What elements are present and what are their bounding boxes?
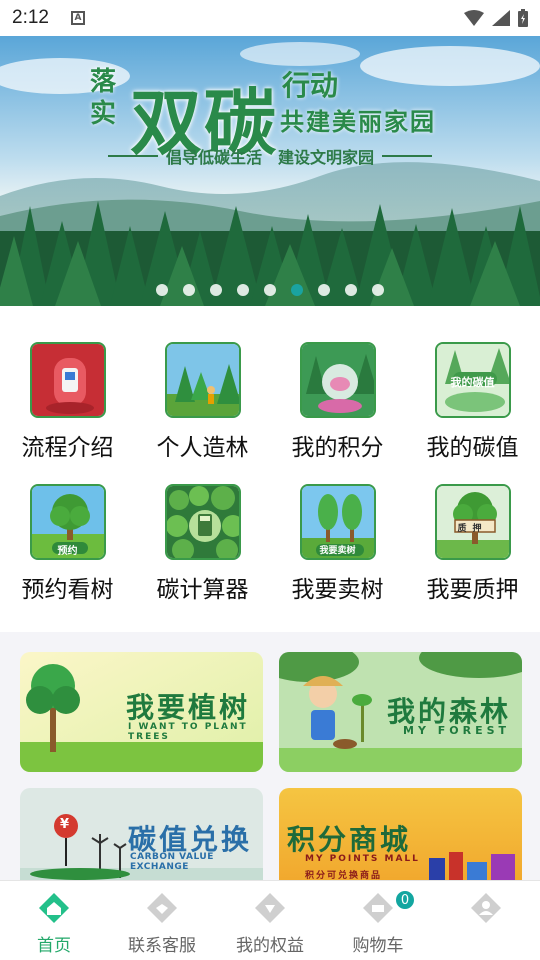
card-subtitle: MY POINTS MALL [305,854,420,864]
card-subtitle: I WANT TO PLANT TREES [128,722,248,742]
carousel-dot[interactable] [372,284,384,296]
menu-item-process[interactable]: 流程介绍 [0,342,135,462]
divider [108,155,158,157]
wifi-icon [464,10,484,26]
carousel-dots[interactable] [0,284,540,296]
menu-label: 我的碳值 [426,435,519,461]
tab-label: 购物车 [352,936,404,956]
tab-customer-service[interactable]: 联系客服 [108,881,216,960]
banner-slogan: 倡导低碳生活 建设文明家园 [108,144,433,168]
card-my-forest[interactable]: 我的森林 MY FOREST [279,652,522,772]
carbon-calculator-icon [164,484,241,560]
menu-label: 我要卖树 [291,577,384,603]
menu-label: 流程介绍 [21,435,114,461]
tab-benefits[interactable]: 我的权益 [216,881,324,960]
card-title: 积分商城 [287,823,412,856]
banner-carousel[interactable]: 落实 双碳 行动 共建美丽家园 倡导低碳生活 建设文明家园 [0,36,540,306]
tab-cart[interactable]: 0 购物车 [324,881,432,960]
menu-item-pledge[interactable]: 质押 我要质押 [405,484,540,604]
card-subtitle: MY FOREST [403,724,511,737]
menu-item-afforestation[interactable]: 个人造林 [135,342,270,462]
battery-icon [518,9,528,27]
banner-title-right-1: 行动 [282,69,339,102]
banner-slogan-text: 倡导低碳生活 建设文明家园 [166,148,375,167]
sell-tree-icon-text: 我要卖树 [319,546,356,556]
bottom-tab-bar: 首页 联系客服 我的权益 0 购物车 [0,880,540,960]
menu-item-carbon-calculator[interactable]: 碳计算器 [135,484,270,604]
carbon-value-icon-text: 我的碳值 [450,376,495,389]
tab-label: 联系客服 [128,936,196,956]
tab-label: 首页 [37,936,71,956]
menu-label: 个人造林 [156,435,249,461]
profile-icon [471,893,501,923]
status-icons [464,9,528,27]
carousel-dot[interactable] [345,284,357,296]
menu-item-carbon-value[interactable]: 我的碳值 我的碳值 [405,342,540,462]
feature-grid: 流程介绍 个人造林 我的积分 我的碳值 我的碳值 预约 预约看树 碳计算器 我要… [0,342,540,604]
tab-home[interactable]: 首页 [0,881,108,960]
menu-label: 我的积分 [291,435,384,461]
card-plant-trees[interactable]: 我要植树 I WANT TO PLANT TREES [20,652,263,772]
cart-badge: 0 [394,889,416,911]
customer-service-icon [147,893,177,923]
carousel-dot[interactable] [183,284,195,296]
signal-icon [492,10,510,26]
menu-label: 碳计算器 [156,577,249,603]
cart-icon [363,893,393,923]
banner-pre-title: 落实 [90,67,117,129]
divider [382,155,433,157]
status-bar: 2:12 A [0,0,540,36]
yen-icon: ¥ [60,817,70,832]
carousel-dot[interactable] [318,284,330,296]
menu-item-points[interactable]: 我的积分 [270,342,405,462]
afforestation-icon [164,342,241,418]
carousel-dot[interactable] [237,284,249,296]
menu-item-sell-tree[interactable]: 我要卖树 我要卖树 [270,484,405,604]
card-subtitle: CARBON VALUE EXCHANGE [130,852,214,872]
benefits-icon [255,893,285,923]
carousel-dot[interactable] [264,284,276,296]
tab-profile[interactable] [432,881,540,960]
menu-item-reserve-tree[interactable]: 预约 预约看树 [0,484,135,604]
feature-cards: 我要植树 I WANT TO PLANT TREES 我的森林 MY FORES… [20,652,522,908]
home-icon [39,893,69,923]
notification-icon: A [70,11,85,25]
process-icon [29,342,106,418]
menu-label: 我要质押 [426,577,519,603]
status-time: 2:12 [12,7,49,28]
carousel-dot[interactable] [210,284,222,296]
feature-menu: 流程介绍 个人造林 我的积分 我的碳值 我的碳值 预约 预约看树 碳计算器 我要… [0,306,540,632]
tab-label: 我的权益 [236,936,304,956]
reserve-tree-icon-text: 预约 [57,546,78,557]
menu-label: 预约看树 [21,577,114,603]
carousel-dot[interactable] [156,284,168,296]
banner-title-right-2: 共建美丽家园 [280,107,436,136]
carousel-dot[interactable] [291,284,303,296]
points-icon [299,342,376,418]
carbon-value-icon: 我的碳值 [434,342,511,418]
pledge-icon: 质押 [434,484,511,560]
pledge-icon-text: 质押 [457,524,488,534]
card-title: 我要植树 [126,691,251,724]
reserve-tree-icon: 预约 [29,484,106,560]
sell-tree-icon: 我要卖树 [299,484,376,560]
